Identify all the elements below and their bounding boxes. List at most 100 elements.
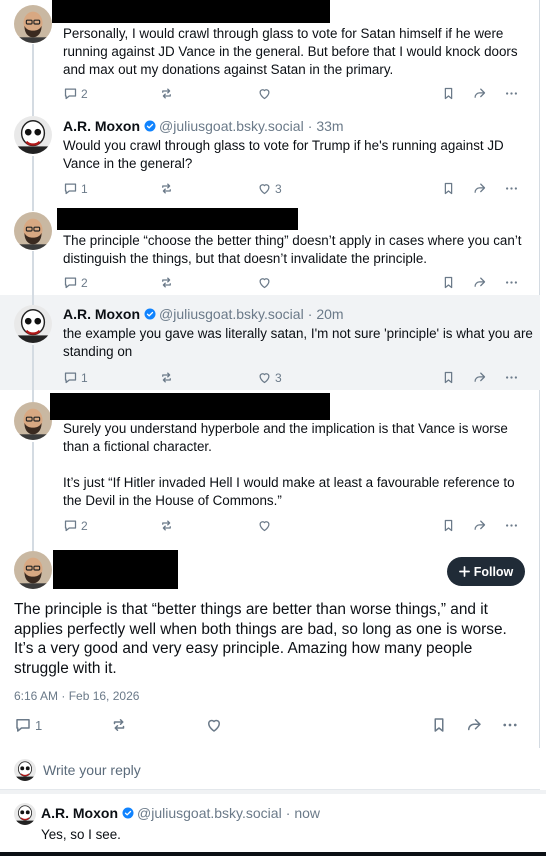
reply-input[interactable]: Write your reply — [43, 762, 141, 778]
like-button[interactable]: 3 — [257, 181, 282, 196]
reply-button[interactable]: 2 — [63, 86, 88, 101]
author-handle[interactable]: @juliusgoat.bsky.social — [159, 118, 304, 134]
bookmark-button[interactable] — [441, 370, 456, 385]
repost-button[interactable] — [110, 716, 128, 734]
post-time[interactable]: now — [294, 805, 320, 821]
redacted-author — [50, 393, 330, 420]
bookmark-button[interactable] — [441, 181, 456, 196]
bookmark-icon — [430, 716, 448, 734]
share-icon — [472, 181, 487, 196]
more-icon — [504, 86, 519, 101]
share-button[interactable] — [472, 370, 487, 385]
repost-button[interactable] — [159, 181, 174, 196]
like-icon — [257, 86, 272, 101]
post-time[interactable]: 20m — [316, 306, 343, 322]
share-button[interactable] — [472, 86, 487, 101]
share-button[interactable] — [472, 181, 487, 196]
reply-count: 2 — [81, 86, 88, 101]
avatar[interactable] — [14, 212, 52, 250]
post-meta: A.R. Moxon @juliusgoat.bsky.social · now — [41, 805, 320, 821]
reply-icon — [63, 370, 78, 385]
share-button[interactable] — [465, 716, 483, 734]
verified-check-icon — [122, 807, 134, 819]
bookmark-button[interactable] — [441, 275, 456, 290]
like-icon — [257, 181, 272, 196]
thread-post[interactable]: The principle “choose the better thing” … — [0, 205, 540, 295]
thread-connector — [32, 345, 34, 390]
bookmark-button[interactable] — [441, 86, 456, 101]
like-button[interactable]: 3 — [257, 370, 282, 385]
separator: · — [307, 306, 313, 322]
avatar[interactable] — [14, 5, 52, 43]
thread-post[interactable]: A.R. Moxon @juliusgoat.bsky.social · 20m… — [0, 295, 540, 390]
main-post-text: The principle is that “better things are… — [14, 601, 507, 677]
thread-connector — [32, 442, 34, 540]
like-button[interactable] — [257, 518, 275, 533]
thread-connector — [32, 44, 34, 110]
share-icon — [472, 275, 487, 290]
main-post-avatar[interactable] — [14, 551, 52, 589]
reply-button[interactable]: 1 — [63, 181, 88, 196]
bookmark-icon — [441, 86, 456, 101]
thread-post[interactable]: A.R. Moxon @juliusgoat.bsky.social · 33m… — [0, 110, 540, 205]
avatar-image — [14, 759, 36, 781]
reply-icon — [63, 275, 78, 290]
reply-icon — [63, 86, 78, 101]
share-button[interactable] — [472, 518, 487, 533]
main-post-date[interactable]: 6:16 AM · Feb 16, 2026 — [14, 689, 139, 703]
post-meta: A.R. Moxon @juliusgoat.bsky.social · 20m — [63, 306, 344, 322]
repost-button[interactable] — [159, 518, 174, 533]
post-time[interactable]: 33m — [316, 118, 343, 134]
like-button[interactable] — [257, 275, 275, 290]
reply-button[interactable]: 1 — [14, 716, 42, 734]
author-handle[interactable]: @juliusgoat.bsky.social — [159, 306, 304, 322]
author-name[interactable]: A.R. Moxon — [41, 805, 118, 821]
like-icon — [257, 518, 272, 533]
like-button[interactable] — [205, 716, 223, 734]
avatar[interactable] — [14, 803, 36, 825]
thread-post[interactable]: Surely you understand hyperbole and the … — [0, 390, 540, 540]
post-text: Would you crawl through glass to vote fo… — [63, 138, 504, 171]
more-button[interactable] — [504, 181, 519, 196]
thread-connector — [32, 156, 34, 205]
avatar[interactable] — [14, 402, 52, 440]
more-button[interactable] — [504, 86, 519, 101]
redacted-author — [53, 550, 178, 589]
bookmark-button[interactable] — [430, 716, 448, 734]
thread-connector — [32, 251, 34, 295]
author-name[interactable]: A.R. Moxon — [63, 118, 140, 134]
post-text: Personally, I would crawl through glass … — [63, 26, 518, 77]
repost-button[interactable] — [159, 86, 174, 101]
post-actions: 1 3 — [63, 181, 523, 197]
repost-icon — [159, 275, 174, 290]
more-icon — [504, 518, 519, 533]
post-actions: 2 — [63, 518, 523, 534]
reply-composer[interactable]: Write your reply — [0, 750, 540, 790]
share-button[interactable] — [472, 275, 487, 290]
avatar[interactable] — [14, 305, 52, 343]
avatar[interactable] — [14, 116, 52, 154]
share-icon — [472, 370, 487, 385]
more-button[interactable] — [504, 518, 519, 533]
more-button[interactable] — [504, 370, 519, 385]
repost-button[interactable] — [159, 275, 174, 290]
like-button[interactable] — [257, 86, 275, 101]
repost-button[interactable] — [159, 370, 174, 385]
follow-button[interactable]: Follow — [447, 557, 525, 586]
bookmark-button[interactable] — [441, 518, 456, 533]
post-meta: A.R. Moxon @juliusgoat.bsky.social · 33m — [63, 118, 344, 134]
thread-post[interactable]: Personally, I would crawl through glass … — [0, 0, 540, 110]
more-button[interactable] — [504, 275, 519, 290]
post-text: Surely you understand hyperbole and the … — [63, 421, 508, 454]
thread: Personally, I would crawl through glass … — [0, 0, 540, 748]
post-text: The principle “choose the better thing” … — [63, 233, 522, 266]
author-handle[interactable]: @juliusgoat.bsky.social — [137, 805, 282, 821]
reply-button[interactable]: 2 — [63, 275, 88, 290]
reply-count: 1 — [35, 717, 43, 733]
author-name[interactable]: A.R. Moxon — [63, 306, 140, 322]
reply-button[interactable]: 2 — [63, 518, 88, 533]
more-button[interactable] — [501, 716, 519, 734]
reply-post[interactable]: A.R. Moxon @juliusgoat.bsky.social · now… — [0, 795, 540, 856]
post-actions: 1 3 — [63, 370, 523, 386]
reply-button[interactable]: 1 — [63, 370, 88, 385]
